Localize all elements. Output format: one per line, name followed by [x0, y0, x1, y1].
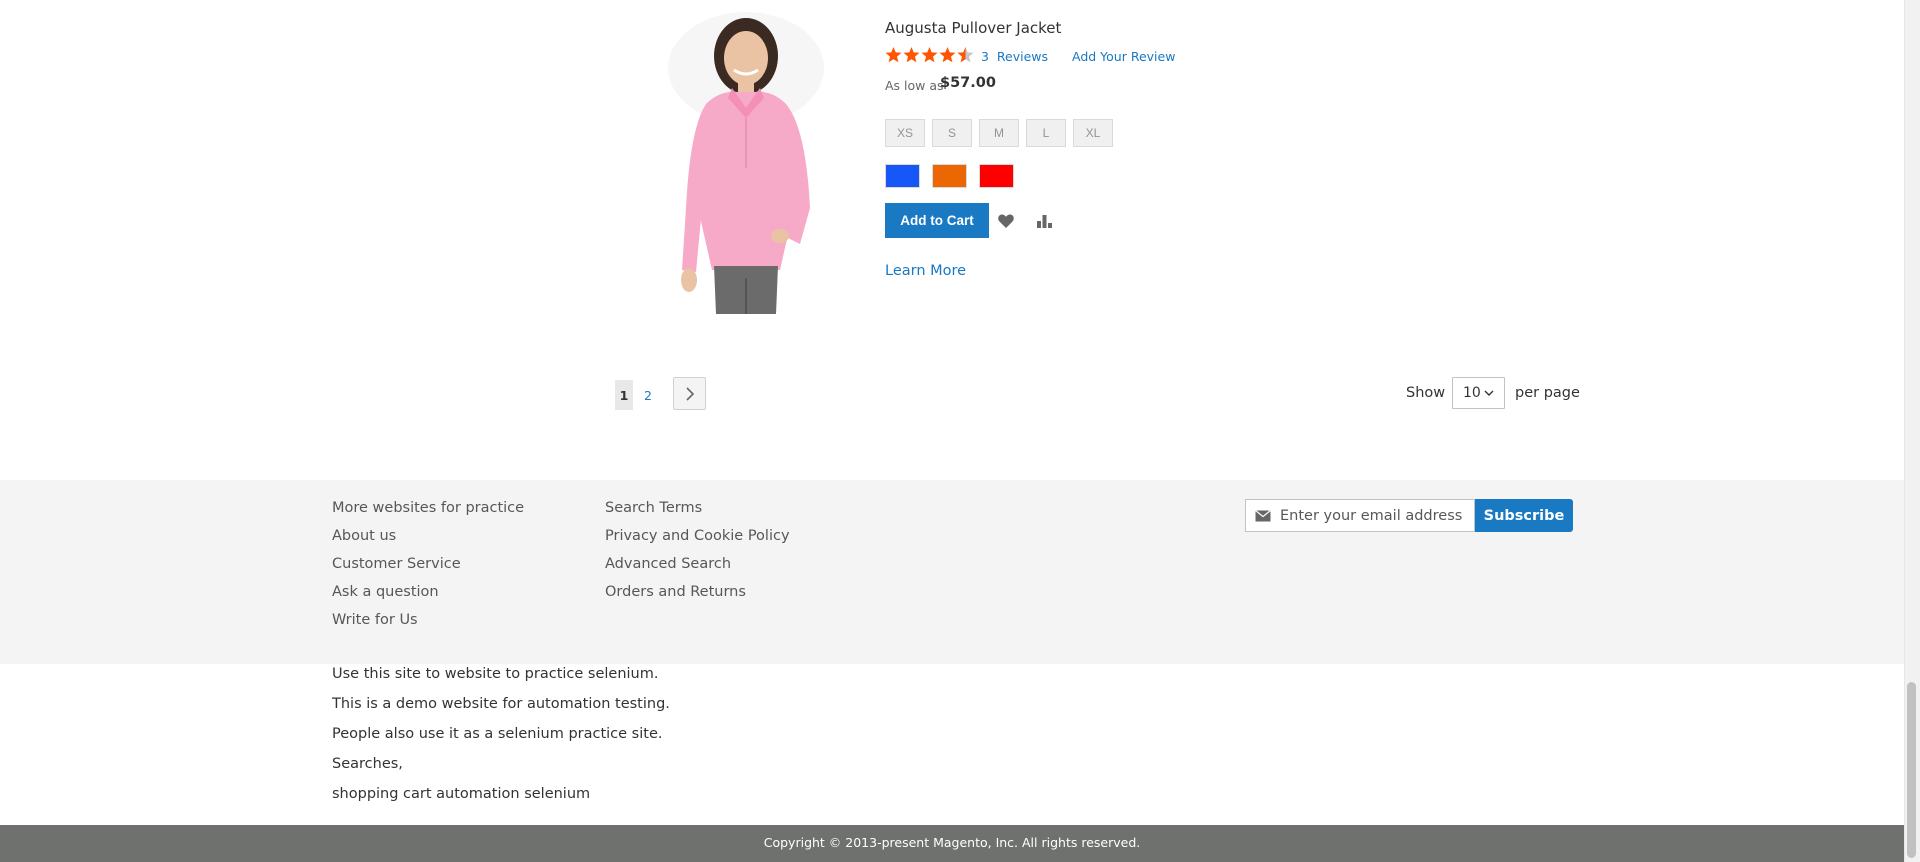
learn-more-link[interactable]: Learn More	[885, 263, 966, 279]
size-swatch-s[interactable]: S	[932, 119, 972, 147]
page-current: 1	[615, 380, 633, 410]
footer	[0, 480, 1904, 664]
limiter-select[interactable]: 10	[1452, 377, 1505, 409]
reviews-count[interactable]: 3	[981, 49, 989, 64]
about-text-line-4: Searches,	[332, 756, 403, 772]
subscribe-button[interactable]: Subscribe	[1475, 499, 1573, 532]
footer-link-customer-service[interactable]: Customer Service	[332, 556, 461, 572]
limiter-value[interactable]: 10	[1463, 385, 1481, 401]
footer-link-write-for-us[interactable]: Write for Us	[332, 612, 418, 628]
footer-link-more-websites[interactable]: More websites for practice	[332, 500, 524, 516]
size-swatch-l[interactable]: L	[1026, 119, 1066, 147]
add-to-cart-button[interactable]: Add to Cart	[885, 203, 989, 238]
scrollbar-thumb[interactable]	[1907, 682, 1916, 858]
heart-icon[interactable]	[997, 212, 1015, 230]
star-rating-icon	[885, 47, 974, 63]
next-page-button[interactable]	[673, 377, 706, 410]
color-swatch-red[interactable]	[979, 164, 1014, 188]
chevron-right-icon	[685, 386, 694, 401]
product-image[interactable]	[660, 8, 832, 314]
price-label: As low as	[885, 78, 944, 93]
per-page-label: per page	[1515, 385, 1580, 401]
rating-stars	[885, 46, 974, 64]
about-text-line-2: This is a demo website for automation te…	[332, 696, 670, 712]
footer-link-about-us[interactable]: About us	[332, 528, 396, 544]
page-link-2[interactable]: 2	[638, 380, 658, 410]
reviews-link[interactable]: 3 Reviews	[981, 49, 1048, 64]
color-swatch-blue[interactable]	[885, 164, 920, 188]
footer-link-search-terms[interactable]: Search Terms	[605, 500, 702, 516]
size-swatch-m[interactable]: M	[979, 119, 1019, 147]
footer-link-privacy-policy[interactable]: Privacy and Cookie Policy	[605, 528, 790, 544]
price-value: $57.00	[940, 75, 996, 91]
add-review-link[interactable]: Add Your Review	[1072, 49, 1175, 64]
about-text-line-1: Use this site to website to practice sel…	[332, 666, 659, 682]
size-swatch-xs[interactable]: XS	[885, 119, 925, 147]
footer-link-ask-question[interactable]: Ask a question	[332, 584, 439, 600]
newsletter-field[interactable]	[1245, 499, 1475, 532]
reviews-label[interactable]: Reviews	[997, 49, 1048, 64]
product-name[interactable]: Augusta Pullover Jacket	[885, 19, 1061, 37]
copyright-text: Copyright © 2013-present Magento, Inc. A…	[763, 835, 1141, 850]
about-text-line-5: shopping cart automation selenium	[332, 786, 591, 802]
footer-link-advanced-search[interactable]: Advanced Search	[605, 556, 731, 572]
newsletter-email-input[interactable]	[1280, 500, 1470, 531]
size-swatch-xl[interactable]: XL	[1073, 119, 1113, 147]
bar-chart-icon[interactable]	[1035, 212, 1053, 230]
about-text-line-3: People also use it as a selenium practic…	[332, 726, 663, 742]
chevron-down-icon	[1484, 390, 1494, 396]
footer-link-orders-returns[interactable]: Orders and Returns	[605, 584, 746, 600]
show-label: Show	[1406, 385, 1446, 401]
color-swatch-orange[interactable]	[932, 164, 967, 188]
envelope-icon	[1255, 510, 1271, 522]
